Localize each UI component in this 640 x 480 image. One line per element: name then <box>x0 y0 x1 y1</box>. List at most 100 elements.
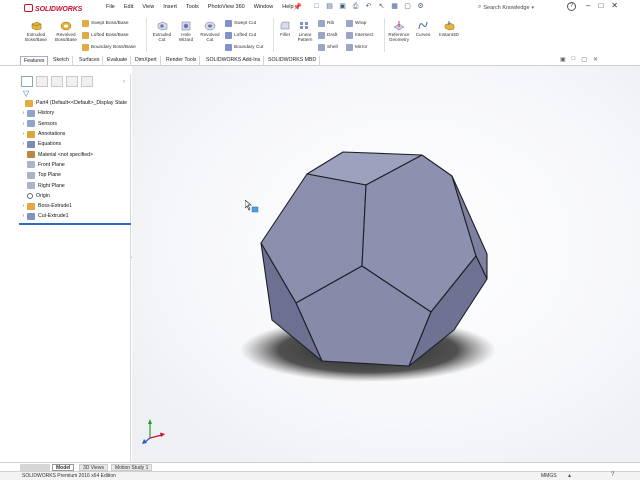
rollback-bar[interactable] <box>19 223 131 225</box>
tree-item-history[interactable]: › History <box>19 108 131 118</box>
pin-menu-icon[interactable]: 📌 <box>293 3 302 11</box>
minimize-icon[interactable]: – <box>586 1 590 10</box>
swept-boss-button[interactable]: Swept Boss/Base <box>82 20 129 27</box>
feature-manager-tab-icon[interactable] <box>21 76 33 87</box>
tree-item-origin[interactable]: Origin <box>19 191 131 201</box>
tree-item-top-plane[interactable]: Top Plane <box>19 170 131 180</box>
solidworks-logo[interactable]: SOLIDWORKS <box>24 4 82 13</box>
close-pane-icon[interactable]: ✕ <box>593 56 598 63</box>
tab-sketch[interactable]: Sketch <box>50 56 73 65</box>
filter-icon[interactable]: ▽ <box>23 89 29 98</box>
restore-icon[interactable]: □ <box>598 1 603 10</box>
menu-view[interactable]: View <box>142 4 154 10</box>
graphics-area[interactable]: ⌕ ⌕ ↶ ▨ ▣ ■ ◉ ◐ ▧ ▭ <box>132 66 640 462</box>
chevron-right-icon[interactable]: › <box>123 79 125 85</box>
menu-file[interactable]: File <box>106 4 115 10</box>
reference-geometry-icon <box>393 21 405 31</box>
lofted-cut-button[interactable]: Lofted Cut <box>225 32 256 39</box>
expand-icon[interactable]: › <box>20 213 27 219</box>
tab-render-tools[interactable]: Render Tools <box>163 56 201 65</box>
fillet-button[interactable]: Fillet <box>276 20 294 37</box>
restore-pane-icon[interactable]: □ <box>572 56 576 63</box>
expand-icon[interactable]: › <box>20 203 27 209</box>
help-icon[interactable]: ? <box>567 2 576 11</box>
chevron-down-icon[interactable]: ▾ <box>532 5 535 11</box>
tab-features[interactable]: Features <box>20 56 49 65</box>
reference-geometry-button[interactable]: Reference Geometry <box>385 20 413 42</box>
linear-pattern-button[interactable]: Linear Pattern <box>294 20 316 42</box>
tree-item-cut-extrude1[interactable]: › Cut-Extrude1 <box>19 211 131 221</box>
tree-item-material[interactable]: Material <not specified> <box>19 149 131 159</box>
tree-item-equations[interactable]: › Equations <box>19 139 131 149</box>
revolved-cut-button[interactable]: Revolved Cut <box>197 20 223 42</box>
tab-solidworks-add-ins[interactable]: SOLIDWORKS Add-Ins <box>203 56 265 65</box>
menu-insert[interactable]: Insert <box>163 4 177 10</box>
rebuild-icon[interactable]: ▦ <box>390 2 399 12</box>
tree-item-sensors[interactable]: › Sensors <box>19 119 131 129</box>
instant3d-button[interactable]: Instant3D <box>435 20 463 37</box>
equations-icon <box>27 140 35 148</box>
tab-solidworks-mbd[interactable]: SOLIDWORKS MBD <box>265 56 321 65</box>
menu-window[interactable]: Window <box>254 4 274 10</box>
tree-item-boss-extrude1[interactable]: › Boss-Extrude1 <box>19 201 131 211</box>
menu-tools[interactable]: Tools <box>186 4 199 10</box>
shell-button[interactable]: Shell <box>318 44 338 51</box>
toolbar-separator <box>273 18 274 52</box>
select-icon[interactable]: ↖ <box>377 2 386 12</box>
help-status-icon[interactable]: ? <box>611 472 614 478</box>
expand-icon[interactable]: › <box>20 110 27 116</box>
tab-motion-study-1[interactable]: Motion Study 1 <box>111 464 153 471</box>
rib-button[interactable]: Rib <box>318 20 334 27</box>
display-manager-tab-icon[interactable] <box>81 76 93 87</box>
revolved-boss-button[interactable]: Revolved Boss/Base <box>52 20 80 42</box>
undo-icon[interactable]: ↶ <box>364 2 373 12</box>
tree-root-part[interactable]: Part4 (Default<<Default>_Display State <box>19 98 131 108</box>
menu-edit[interactable]: Edit <box>124 4 133 10</box>
open-icon[interactable]: ▤ <box>325 2 334 12</box>
expand-icon[interactable]: › <box>20 131 27 137</box>
close-icon[interactable]: ✕ <box>611 1 618 10</box>
hole-wizard-button[interactable]: Hole Wizard <box>174 20 198 42</box>
menu-help[interactable]: Help <box>282 4 293 10</box>
expand-icon[interactable]: › <box>20 141 27 147</box>
swept-cut-button[interactable]: Swept Cut <box>225 20 256 27</box>
boundary-cut-button[interactable]: Boundary Cut <box>225 44 263 51</box>
expand-icon[interactable]: › <box>20 121 27 127</box>
new-icon[interactable]: □ <box>312 2 321 12</box>
dodecahedron-model[interactable] <box>132 66 640 462</box>
extruded-cut-button[interactable]: Extruded Cut <box>149 20 175 42</box>
draft-button[interactable]: Draft <box>318 32 337 39</box>
unit-system-selector[interactable]: MMGS <box>541 473 557 479</box>
reference-triad-icon <box>142 419 165 444</box>
file-properties-icon[interactable]: ▢ <box>403 2 412 12</box>
tree-item-right-plane[interactable]: Right Plane <box>19 180 131 190</box>
tab-scroll-controls[interactable] <box>20 464 50 471</box>
fillet-label: Fillet <box>280 32 290 37</box>
intersect-button[interactable]: Intersect <box>346 32 373 39</box>
configuration-manager-tab-icon[interactable] <box>51 76 63 87</box>
save-icon[interactable]: ▣ <box>338 2 347 12</box>
tab-3d-views[interactable]: 3D Views <box>79 464 109 471</box>
lofted-boss-button[interactable]: Lofted Boss/Base <box>82 32 129 39</box>
extruded-boss-button[interactable]: Extruded Boss/Base <box>22 20 50 42</box>
menu-photoview[interactable]: PhotoView 360 <box>208 4 245 10</box>
tab-model[interactable]: Model <box>52 464 75 471</box>
tab-dimxpert[interactable]: DimXpert <box>132 56 161 65</box>
tree-item-label: Front Plane <box>38 161 65 168</box>
tab-surfaces[interactable]: Surfaces <box>76 56 104 65</box>
mirror-button[interactable]: Mirror <box>346 44 368 51</box>
print-icon[interactable]: ⎙ <box>351 2 360 12</box>
tree-item-annotations[interactable]: › Annotations <box>19 129 131 139</box>
tree-item-front-plane[interactable]: Front Plane <box>19 160 131 170</box>
chevron-up-icon[interactable]: ▴ <box>568 472 571 479</box>
wrap-button[interactable]: Wrap <box>346 20 366 27</box>
layout-icon[interactable]: ▣ <box>560 56 566 63</box>
dimxpert-manager-tab-icon[interactable] <box>66 76 78 87</box>
curves-button[interactable]: Curves <box>413 20 433 37</box>
boundary-boss-button[interactable]: Boundary Boss/Base <box>82 44 136 51</box>
tab-evaluate[interactable]: Evaluate <box>104 56 132 65</box>
maximize-pane-icon[interactable]: ▢ <box>581 56 587 63</box>
property-manager-tab-icon[interactable] <box>36 76 48 87</box>
options-icon[interactable]: ⚙ <box>416 2 425 12</box>
search-knowledge[interactable]: ⌕ Search Knowledge ▾ <box>478 2 550 13</box>
